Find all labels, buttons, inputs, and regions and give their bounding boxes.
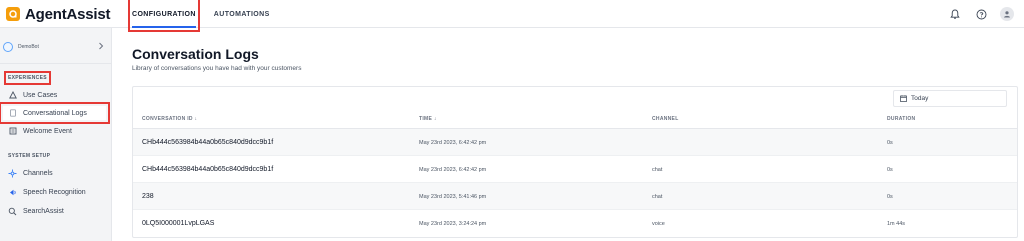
- duration-cell: 0s: [887, 194, 893, 200]
- sidebar-item-channels[interactable]: Channels: [0, 166, 112, 180]
- page-title: Conversation Logs: [132, 46, 259, 62]
- date-filter-button[interactable]: Today: [893, 90, 1007, 107]
- sidebar-item-use-cases[interactable]: Use Cases: [0, 88, 112, 102]
- channel-cell: chat: [652, 167, 663, 173]
- column-header-time[interactable]: TIME ↓: [419, 116, 437, 122]
- conversation-id-cell: CHb444c563984b44a0b65c840d9dcc9b1f: [142, 166, 274, 173]
- bot-icon: [3, 42, 13, 52]
- speech-icon: [8, 188, 17, 197]
- sidebar-item-label: Welcome Event: [23, 127, 72, 135]
- column-header-conversation-id[interactable]: CONVERSATION ID ↓: [142, 116, 197, 122]
- date-filter-label: Today: [911, 95, 929, 102]
- column-header-duration: DURATION: [887, 116, 916, 122]
- user-avatar[interactable]: [1000, 7, 1014, 21]
- table-row[interactable]: 238 May 23rd 2023, 5:41:46 pm chat 0s: [133, 183, 1017, 210]
- app-logo[interactable]: AgentAssist: [6, 5, 111, 23]
- page-subtitle: Library of conversations you have had wi…: [132, 65, 302, 72]
- sidebar-item-speech-recognition[interactable]: Speech Recognition: [0, 185, 112, 199]
- sidebar-item-label: Use Cases: [23, 91, 58, 99]
- welcome-icon: [8, 127, 17, 136]
- top-bar: AgentAssist CONFIGURATION AUTOMATIONS: [0, 0, 1024, 32]
- conversation-id-cell: 0LQ5I000001LvpLGAS: [142, 220, 215, 227]
- agentassist-logo-icon: [6, 7, 20, 21]
- bot-selector[interactable]: DemoBot: [0, 38, 112, 56]
- column-header-channel: CHANNEL: [652, 116, 679, 122]
- bot-name: DemoBot: [18, 44, 39, 50]
- table-row[interactable]: CHb444c563984b44a0b65c840d9dcc9b1f May 2…: [133, 129, 1017, 156]
- channels-icon: [8, 169, 17, 178]
- sidebar-item-welcome-event[interactable]: Welcome Event: [0, 124, 112, 138]
- conversation-id-cell: 238: [142, 193, 154, 200]
- use-cases-icon: [8, 91, 17, 100]
- duration-cell: 0s: [887, 167, 893, 173]
- table-row[interactable]: 0LQ5I000001LvpLGAS May 23rd 2023, 3:24:2…: [133, 210, 1017, 237]
- app-name: AgentAssist: [25, 5, 111, 23]
- sidebar-item-label: Conversational Logs: [23, 109, 87, 117]
- time-cell: May 23rd 2023, 3:24:24 pm: [419, 221, 487, 227]
- sidebar-item-label: Speech Recognition: [23, 188, 86, 196]
- sidebar-divider: [0, 63, 112, 64]
- sidebar-item-conversational-logs[interactable]: Conversational Logs: [0, 102, 110, 124]
- chevron-right-icon: [99, 42, 104, 50]
- logs-icon: [8, 109, 17, 118]
- tab-configuration[interactable]: CONFIGURATION: [128, 0, 200, 32]
- user-icon: [1004, 11, 1010, 18]
- top-icons: [948, 7, 1014, 21]
- channel-cell: voice: [652, 221, 665, 227]
- sidebar-item-searchassist[interactable]: SearchAssist: [0, 204, 112, 218]
- sidebar: DemoBot EXPERIENCES Use Cases Conversati…: [0, 28, 112, 241]
- sidebar-item-label: Channels: [23, 169, 53, 177]
- sidebar-item-label: SearchAssist: [23, 207, 64, 215]
- tab-automations[interactable]: AUTOMATIONS: [214, 0, 270, 28]
- time-cell: May 23rd 2023, 5:41:46 pm: [419, 194, 487, 200]
- help-icon[interactable]: [974, 7, 988, 21]
- channel-cell: chat: [652, 194, 663, 200]
- conversation-logs-table: Today CONVERSATION ID ↓ TIME ↓ CHANNEL D…: [132, 86, 1018, 238]
- table-header: CONVERSATION ID ↓ TIME ↓ CHANNEL DURATIO…: [133, 109, 1017, 129]
- time-cell: May 23rd 2023, 6:42:42 pm: [419, 167, 487, 173]
- calendar-icon: [900, 95, 907, 102]
- table-row[interactable]: CHb444c563984b44a0b65c840d9dcc9b1f May 2…: [133, 156, 1017, 183]
- bell-icon[interactable]: [948, 7, 962, 21]
- duration-cell: 1m 44s: [887, 221, 906, 227]
- duration-cell: 0s: [887, 140, 893, 146]
- system-setup-section-label: SYSTEM SETUP: [8, 153, 51, 159]
- time-cell: May 23rd 2023, 6:42:42 pm: [419, 140, 487, 146]
- conversation-id-cell: CHb444c563984b44a0b65c840d9dcc9b1f: [142, 139, 274, 146]
- top-nav: CONFIGURATION AUTOMATIONS: [128, 0, 288, 32]
- search-icon: [8, 207, 17, 216]
- experiences-section-label: EXPERIENCES: [4, 71, 51, 85]
